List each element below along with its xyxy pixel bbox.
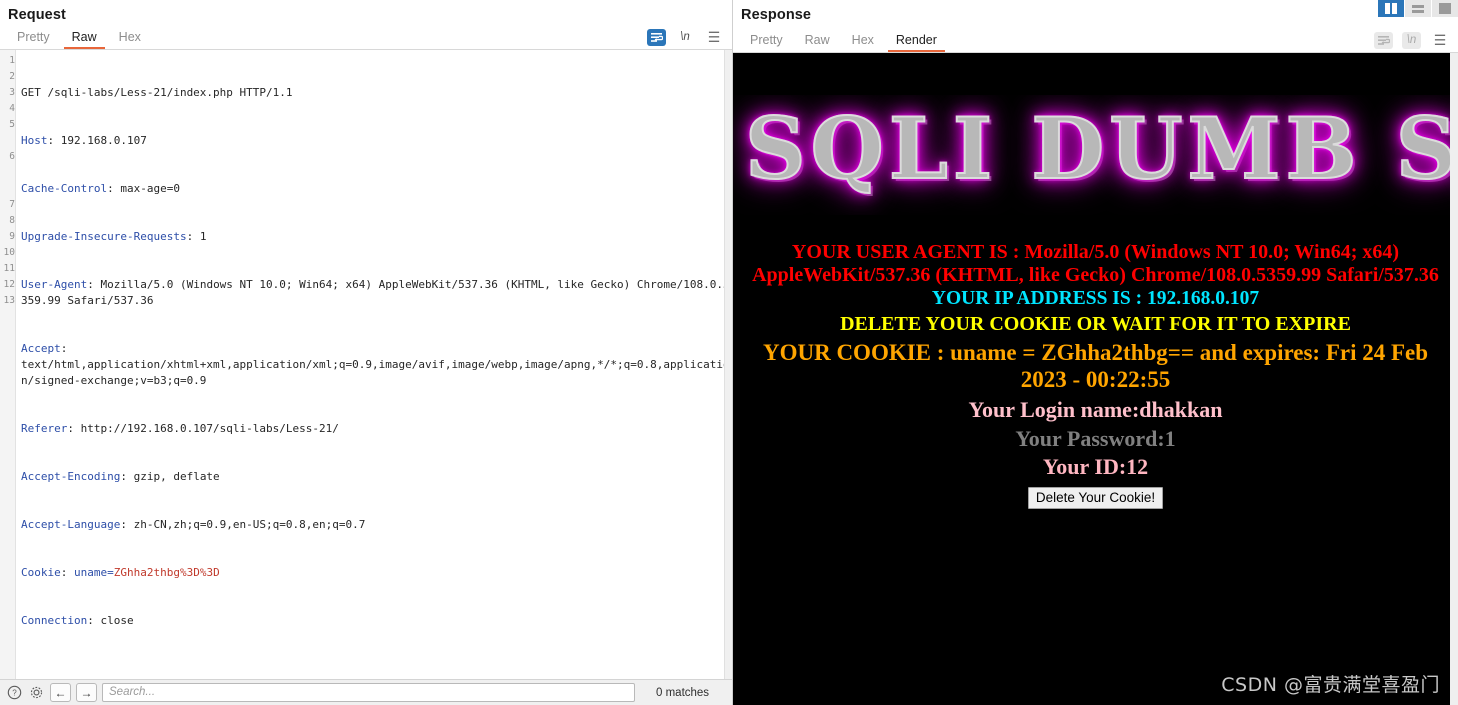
request-line-7: Referer: http://192.168.0.107/sqli-labs/… <box>21 421 732 437</box>
word-wrap-icon[interactable] <box>647 28 666 46</box>
request-menu-icon[interactable]: ☰ <box>704 28 724 46</box>
svg-text:?: ? <box>12 689 17 698</box>
tab-response-raw[interactable]: Raw <box>794 31 841 52</box>
tab-response-render[interactable]: Render <box>885 31 948 52</box>
request-findbar: ? ← → Search... 0 matches <box>0 679 732 705</box>
request-line-8: Accept-Encoding: gzip, deflate <box>21 469 732 485</box>
response-panel: Response Pretty Raw Hex Render \n ☰ SQLI… <box>733 0 1458 705</box>
request-line-4: Upgrade-Insecure-Requests: 1 <box>21 229 732 245</box>
delete-cookie-button-wrap: Delete Your Cookie! <box>733 480 1458 509</box>
sqli-dumb-series-banner: SQLI DUMB SE <box>733 95 1458 215</box>
delete-cookie-button[interactable]: Delete Your Cookie! <box>1027 486 1164 509</box>
request-raw-text[interactable]: GET /sqli-labs/Less-21/index.php HTTP/1.… <box>16 50 732 679</box>
cookie-param-value: ZGhha2thbg%3D%3D <box>113 566 220 580</box>
request-tabbar: Pretty Raw Hex \n ☰ <box>0 28 732 51</box>
request-line-8-value: : gzip, deflate <box>120 470 220 484</box>
find-previous-button[interactable]: ← <box>50 683 71 702</box>
request-line-3-name: Cache-Control <box>21 182 108 196</box>
banner-title-text: SQLI DUMB SE <box>744 98 1458 199</box>
response-tool-icons: \n ☰ <box>1374 31 1458 52</box>
tab-request-hex[interactable]: Hex <box>108 28 152 49</box>
request-line-6-name: Accept <box>21 342 61 356</box>
request-line-7-value: : http://192.168.0.107/sqli-labs/Less-21… <box>67 422 339 436</box>
request-line-2: Host: 192.168.0.107 <box>21 133 732 149</box>
request-line-10-name: Cookie <box>21 566 61 580</box>
match-count-label: 0 matches <box>656 686 710 699</box>
login-name-line: Your Login name:dhakkan <box>968 397 1223 423</box>
request-line-1-value: GET /sqli-labs/Less-21/index.php HTTP/1.… <box>21 86 293 100</box>
tab-request-pretty[interactable]: Pretty <box>6 28 61 49</box>
rendered-page: SQLI DUMB SE YOUR USER AGENT IS : Mozill… <box>733 53 1458 705</box>
request-panel: Request Pretty Raw Hex \n ☰ 1 2 3 4 5 6 … <box>0 0 733 705</box>
response-panel-title: Response <box>741 7 812 23</box>
request-line-6: Accept: text/html,application/xhtml+xml,… <box>21 341 732 389</box>
request-line-5-name: User-Agent <box>21 278 88 292</box>
ip-address-line: YOUR IP ADDRESS IS : 192.168.0.107 <box>931 288 1260 310</box>
password-line: Your Password:1 <box>1015 425 1176 451</box>
request-line-8-name: Accept-Encoding <box>21 470 121 484</box>
response-render-view: SQLI DUMB SE YOUR USER AGENT IS : Mozill… <box>733 53 1458 705</box>
user-agent-line: YOUR USER AGENT IS : Mozilla/5.0 (Window… <box>752 241 1439 287</box>
show-newlines-icon[interactable]: \n <box>675 28 695 46</box>
help-icon[interactable]: ? <box>6 684 23 701</box>
request-line-9-name: Accept-Language <box>21 518 121 532</box>
request-line-5: User-Agent: Mozilla/5.0 (Windows NT 10.0… <box>21 277 732 309</box>
tab-response-hex[interactable]: Hex <box>841 31 885 52</box>
request-tool-icons: \n ☰ <box>647 28 732 49</box>
cookie-line: YOUR COOKIE : uname = ZGhha2thbg== and e… <box>762 340 1429 393</box>
gear-icon[interactable] <box>28 684 45 701</box>
request-line-11: Connection: close <box>21 613 732 629</box>
request-panel-title: Request <box>8 7 66 23</box>
request-line-10-sep: : <box>60 566 74 580</box>
user-id-line: Your ID:12 <box>1042 454 1149 480</box>
response-menu-icon[interactable]: ☰ <box>1430 31 1450 49</box>
request-line-11-value: : close <box>87 614 134 628</box>
request-line-4-name: Upgrade-Insecure-Requests <box>21 230 187 244</box>
delete-cookie-notice: DELETE YOUR COOKIE OR WAIT FOR IT TO EXP… <box>840 312 1351 335</box>
request-line-12 <box>21 661 732 677</box>
show-newlines-icon[interactable]: \n <box>1402 31 1421 49</box>
layout-horizontal-split-button[interactable] <box>1405 0 1431 17</box>
layout-toggle-group <box>1378 0 1458 17</box>
request-line-6-value: : text/html,application/xhtml+xml,applic… <box>21 342 730 388</box>
request-code-area[interactable]: 1 2 3 4 5 6 7 8 9 10 11 12 13 GET /sqli-… <box>0 50 732 679</box>
response-tabbar: Pretty Raw Hex Render \n ☰ <box>733 28 1458 53</box>
request-line-4-value: : 1 <box>186 230 207 244</box>
response-scrollbar[interactable] <box>1450 53 1458 705</box>
line-number-gutter: 1 2 3 4 5 6 7 8 9 10 11 12 13 <box>0 50 16 679</box>
cookie-param-name: uname= <box>74 566 114 580</box>
request-line-3: Cache-Control: max-age=0 <box>21 181 732 197</box>
burp-repeater-window: Request Pretty Raw Hex \n ☰ 1 2 3 4 5 6 … <box>0 0 1458 705</box>
request-line-2-value: : 192.168.0.107 <box>47 134 147 148</box>
find-next-button[interactable]: → <box>76 683 97 702</box>
request-line-5-value: : Mozilla/5.0 (Windows NT 10.0; Win64; x… <box>21 278 730 308</box>
request-line-7-name: Referer <box>21 422 68 436</box>
tab-request-raw[interactable]: Raw <box>61 28 108 50</box>
request-line-11-name: Connection <box>21 614 88 628</box>
layout-single-pane-button[interactable] <box>1432 0 1458 17</box>
tab-response-pretty[interactable]: Pretty <box>739 31 794 52</box>
search-input[interactable]: Search... <box>102 683 635 702</box>
request-line-9-value: : zh-CN,zh;q=0.9,en-US;q=0.8,en;q=0.7 <box>120 518 366 532</box>
request-line-1: GET /sqli-labs/Less-21/index.php HTTP/1.… <box>21 85 732 101</box>
request-line-2-name: Host <box>21 134 48 148</box>
request-line-9: Accept-Language: zh-CN,zh;q=0.9,en-US;q=… <box>21 517 732 533</box>
word-wrap-icon[interactable] <box>1374 31 1393 49</box>
layout-vertical-split-button[interactable] <box>1378 0 1404 17</box>
csdn-watermark: CSDN @富贵满堂喜盈门 <box>1221 674 1440 696</box>
request-line-3-value: : max-age=0 <box>107 182 180 196</box>
request-line-10: Cookie: uname=ZGhha2thbg%3D%3D <box>21 565 732 581</box>
request-scrollbar[interactable] <box>724 50 732 679</box>
